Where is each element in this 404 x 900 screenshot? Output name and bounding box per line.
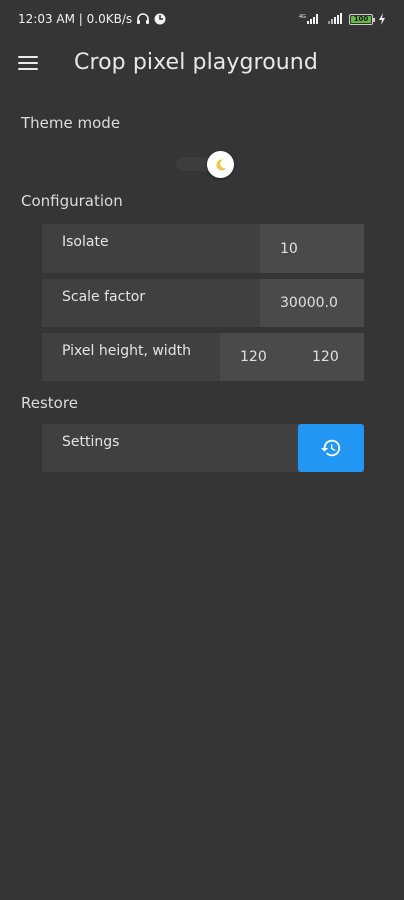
history-icon <box>320 439 341 457</box>
app-notification-icon <box>154 13 166 25</box>
settings-label: Settings <box>62 434 120 450</box>
signal-icon <box>328 13 342 24</box>
isolate-value: 10 <box>280 240 298 257</box>
configuration-title: Configuration <box>21 192 123 210</box>
isolate-label: Isolate <box>62 234 109 250</box>
app-bar: Crop pixel playground <box>0 38 404 90</box>
status-time-speed: 12:03 AM | 0.0KB/s <box>18 12 133 26</box>
scale-factor-row: Scale factor 30000.0 <box>42 279 364 327</box>
scale-factor-input[interactable]: 30000.0 <box>260 279 364 327</box>
hamburger-icon-line <box>18 62 38 64</box>
isolate-row: Isolate 10 <box>42 224 364 273</box>
app-title: Crop pixel playground <box>74 50 318 75</box>
restore-settings-button[interactable] <box>298 424 364 472</box>
scale-factor-label: Scale factor <box>62 289 146 305</box>
menu-button[interactable] <box>18 56 40 72</box>
scale-factor-value: 30000.0 <box>280 295 338 311</box>
signal-4g-icon: 4G <box>299 14 318 24</box>
theme-mode-title: Theme mode <box>21 114 121 132</box>
pixel-size-row: Pixel height, width 120 120 <box>42 333 364 381</box>
battery-level: 100 <box>353 15 369 23</box>
battery-icon: 100 <box>349 13 375 25</box>
pixel-width-value: 120 <box>312 349 339 365</box>
moon-icon <box>215 158 226 170</box>
charging-icon <box>379 13 385 25</box>
status-right: 4G 100 <box>299 13 386 25</box>
hamburger-icon-line <box>18 68 38 70</box>
pixel-size-label: Pixel height, width <box>62 343 191 359</box>
isolate-input[interactable]: 10 <box>260 224 364 273</box>
restore-settings-row: Settings <box>42 424 364 472</box>
pixel-width-input[interactable]: 120 <box>292 349 364 365</box>
headphones-icon <box>137 13 150 24</box>
pixel-height-input[interactable]: 120 <box>220 349 292 365</box>
svg-text:4G: 4G <box>299 14 306 20</box>
theme-mode-toggle[interactable] <box>170 150 234 178</box>
hamburger-icon-line <box>18 56 38 58</box>
restore-title: Restore <box>21 394 78 412</box>
status-bar: 12:03 AM | 0.0KB/s 4G 100 <box>0 0 404 38</box>
pixel-height-value: 120 <box>240 349 267 365</box>
status-left: 12:03 AM | 0.0KB/s <box>18 12 166 26</box>
pixel-size-inputs: 120 120 <box>220 333 364 381</box>
toggle-thumb <box>207 151 234 178</box>
